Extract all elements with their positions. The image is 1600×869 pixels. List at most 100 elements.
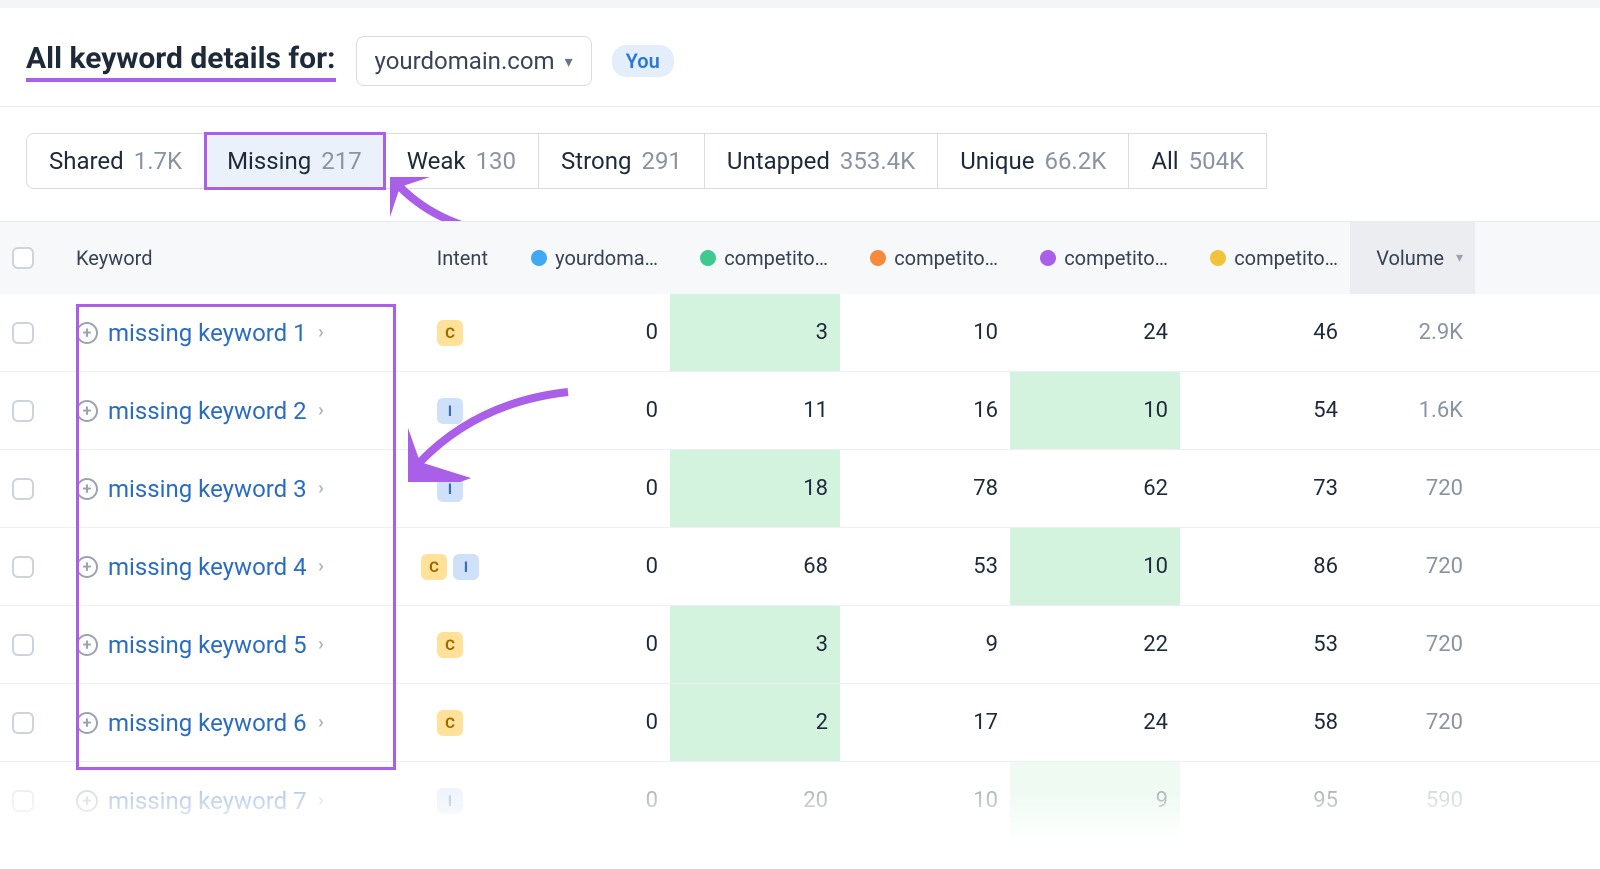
intent-cell: I <box>400 372 500 449</box>
expand-icon[interactable]: + <box>76 634 98 656</box>
intent-cell: C <box>400 294 500 371</box>
value-c3: 24 <box>1010 684 1180 761</box>
filter-all[interactable]: All 504K <box>1129 133 1267 189</box>
value-yourdomain: 0 <box>500 528 670 605</box>
value-c1: 11 <box>670 372 840 449</box>
filter-count: 217 <box>321 147 361 175</box>
col-competitor-1[interactable]: competito… <box>670 246 840 270</box>
col-yourdomain[interactable]: yourdoma… <box>500 246 670 270</box>
expand-icon[interactable]: + <box>76 712 98 734</box>
keyword-link[interactable]: missing keyword 4 <box>108 553 307 581</box>
value-c3: 62 <box>1010 450 1180 527</box>
value-c3: 22 <box>1010 606 1180 683</box>
expand-icon[interactable]: + <box>76 400 98 422</box>
volume-value: 2.9K <box>1350 294 1475 371</box>
value-c3: 10 <box>1010 528 1180 605</box>
keyword-link[interactable]: missing keyword 2 <box>108 397 307 425</box>
value-c4: 58 <box>1180 684 1350 761</box>
row-checkbox[interactable] <box>12 322 34 344</box>
value-c2: 16 <box>840 372 1010 449</box>
filter-untapped[interactable]: Untapped 353.4K <box>705 133 938 189</box>
row-checkbox[interactable] <box>12 400 34 422</box>
col-competitor-3[interactable]: competito… <box>1010 246 1180 270</box>
header: All keyword details for: yourdomain.com … <box>0 8 1600 107</box>
value-c2: 17 <box>840 684 1010 761</box>
header-checkbox-col <box>0 247 64 269</box>
page-title: All keyword details for: <box>26 41 336 82</box>
volume-value: 720 <box>1350 684 1475 761</box>
expand-icon[interactable]: + <box>76 790 98 812</box>
value-c1: 18 <box>670 450 840 527</box>
intent-badge-i: I <box>453 554 479 580</box>
table-row: +missing keyword 2››I0111610541.6K <box>0 372 1600 450</box>
intent-cell: I <box>400 450 500 527</box>
filter-weak[interactable]: Weak 130 <box>385 133 539 189</box>
filter-count: 291 <box>641 147 681 175</box>
keyword-cell: +missing keyword 6›› <box>64 684 400 761</box>
filter-unique[interactable]: Unique 66.2K <box>938 133 1129 189</box>
intent-cell: C <box>400 606 500 683</box>
row-checkbox[interactable] <box>12 556 34 578</box>
col-volume[interactable]: Volume ▾ <box>1350 222 1475 294</box>
domain-select[interactable]: yourdomain.com ▾ <box>356 36 592 86</box>
value-c2: 10 <box>840 762 1010 839</box>
table-header: Keyword Intent yourdoma… competito… comp… <box>0 222 1600 294</box>
keyword-link[interactable]: missing keyword 3 <box>108 475 307 503</box>
filter-strong[interactable]: Strong 291 <box>539 133 705 189</box>
filter-shared[interactable]: Shared 1.7K <box>26 133 205 189</box>
value-c1: 68 <box>670 528 840 605</box>
value-c3: 10 <box>1010 372 1180 449</box>
expand-icon[interactable]: + <box>76 556 98 578</box>
top-border-strip <box>0 0 1600 8</box>
volume-value: 590 <box>1350 762 1475 839</box>
expand-icon[interactable]: + <box>76 478 98 500</box>
intent-badge-i: I <box>437 788 463 814</box>
value-c1: 20 <box>670 762 840 839</box>
value-yourdomain: 0 <box>500 372 670 449</box>
value-c1: 3 <box>670 606 840 683</box>
expand-icon[interactable]: + <box>76 322 98 344</box>
keyword-link[interactable]: missing keyword 7 <box>108 787 307 815</box>
keyword-cell: +missing keyword 3›› <box>64 450 400 527</box>
filter-label: Weak <box>407 147 466 175</box>
filter-label: Shared <box>49 147 124 175</box>
value-c4: 46 <box>1180 294 1350 371</box>
keyword-cell: +missing keyword 1›› <box>64 294 400 371</box>
value-c2: 78 <box>840 450 1010 527</box>
select-all-checkbox[interactable] <box>12 247 34 269</box>
value-c4: 86 <box>1180 528 1350 605</box>
row-checkbox[interactable] <box>12 790 34 812</box>
row-checkbox[interactable] <box>12 712 34 734</box>
row-checkbox[interactable] <box>12 634 34 656</box>
dot-icon <box>700 250 716 266</box>
keyword-link[interactable]: missing keyword 6 <box>108 709 307 737</box>
intent-badge-c: C <box>421 554 447 580</box>
col-competitor-4[interactable]: competito… <box>1180 246 1350 270</box>
col-keyword[interactable]: Keyword <box>64 246 400 270</box>
filter-count: 66.2K <box>1044 147 1106 175</box>
filter-count: 130 <box>476 147 516 175</box>
intent-badge-i: I <box>437 398 463 424</box>
col-intent[interactable]: Intent <box>400 246 500 270</box>
filter-label: All <box>1151 147 1178 175</box>
intent-badge-c: C <box>437 710 463 736</box>
intent-cell: CI <box>400 528 500 605</box>
keyword-link[interactable]: missing keyword 5 <box>108 631 307 659</box>
value-c2: 10 <box>840 294 1010 371</box>
value-yourdomain: 0 <box>500 684 670 761</box>
dot-icon <box>1040 250 1056 266</box>
table-row: +missing keyword 3››I018786273720 <box>0 450 1600 528</box>
row-checkbox[interactable] <box>12 478 34 500</box>
value-yourdomain: 0 <box>500 450 670 527</box>
col-competitor-2[interactable]: competito… <box>840 246 1010 270</box>
table-row: +missing keyword 1››C031024462.9K <box>0 294 1600 372</box>
sort-desc-icon: ▾ <box>1456 250 1463 266</box>
filter-missing[interactable]: Missing 217 <box>205 133 385 189</box>
volume-value: 720 <box>1350 528 1475 605</box>
you-badge: You <box>612 45 674 77</box>
keyword-cell: +missing keyword 5›› <box>64 606 400 683</box>
value-yourdomain: 0 <box>500 762 670 839</box>
filter-count: 504K <box>1189 147 1245 175</box>
keyword-link[interactable]: missing keyword 1 <box>108 319 307 347</box>
chevron-down-icon: ▾ <box>565 52 573 71</box>
